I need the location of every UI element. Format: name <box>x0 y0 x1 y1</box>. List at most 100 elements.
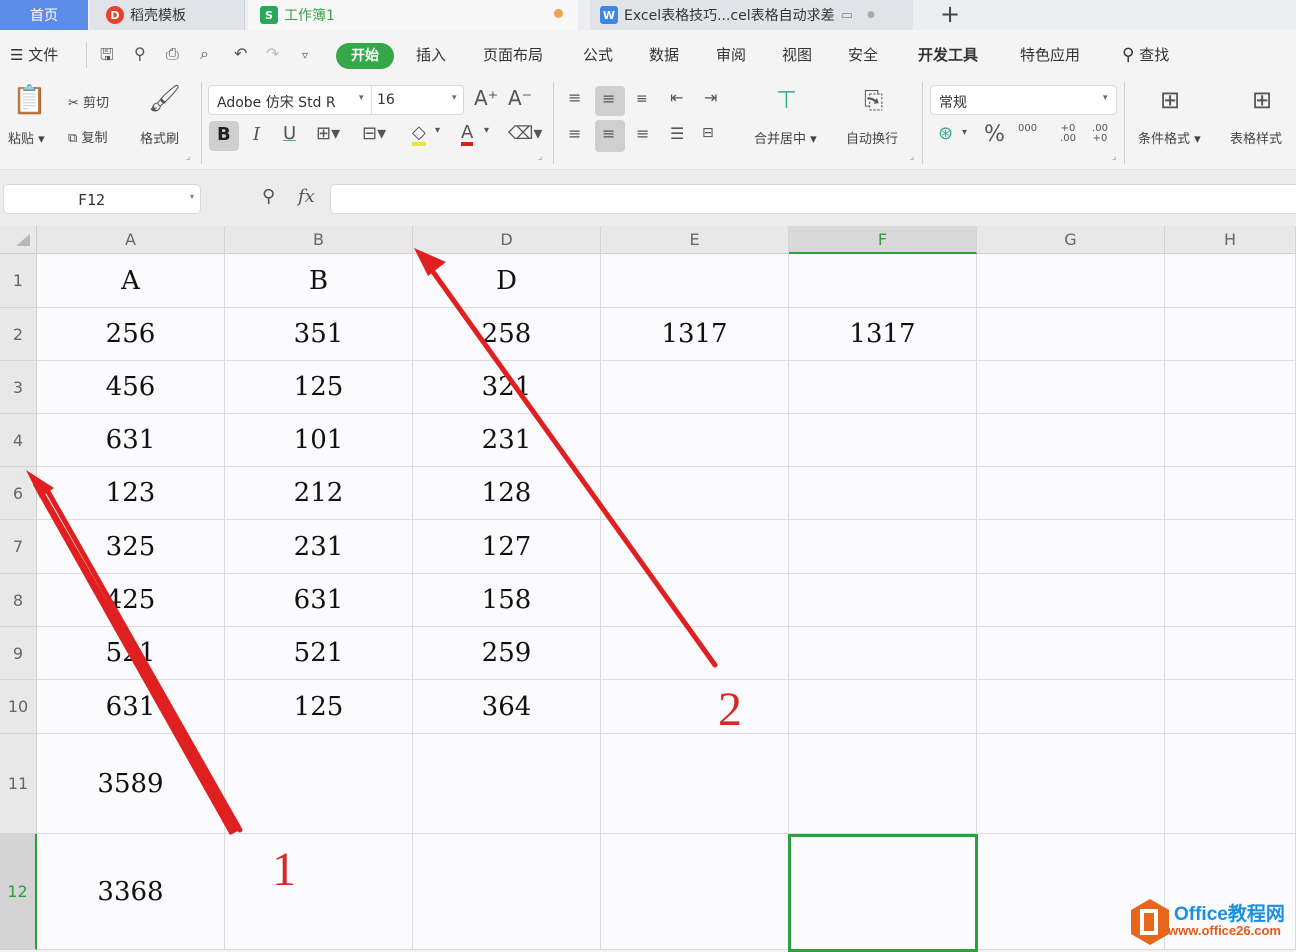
cell-B2[interactable]: 351 <box>225 308 413 361</box>
cell-H2[interactable] <box>1165 308 1296 361</box>
thousands-separator-icon[interactable]: 000 <box>1018 124 1037 134</box>
distributed-icon[interactable]: ⊟ <box>702 126 714 140</box>
cell-D9[interactable]: 259 <box>413 627 601 680</box>
number-launcher-icon[interactable]: ⌟ <box>1112 152 1116 162</box>
save-icon[interactable]: 🖫 <box>100 44 114 71</box>
cell-F6[interactable] <box>789 467 977 520</box>
clear-format-icon[interactable]: ⌫▾ <box>508 125 543 143</box>
cell-F7[interactable] <box>789 520 977 574</box>
cell-G2[interactable] <box>977 308 1165 361</box>
cell-H6[interactable] <box>1165 467 1296 520</box>
wrap-text-icon[interactable]: ⎘ <box>864 88 883 112</box>
percent-icon[interactable]: % <box>984 124 1005 146</box>
cell-B10[interactable]: 125 <box>225 680 413 734</box>
font-color-dropdown-icon[interactable]: ▾ <box>484 126 489 136</box>
cell-D8[interactable]: 158 <box>413 574 601 627</box>
cell-H3[interactable] <box>1165 361 1296 414</box>
row-header-9[interactable]: 9 <box>0 627 37 680</box>
cell-D3[interactable]: 321 <box>413 361 601 414</box>
currency-dropdown-icon[interactable]: ▾ <box>962 128 967 138</box>
cell-E2[interactable]: 1317 <box>601 308 789 361</box>
cell-G10[interactable] <box>977 680 1165 734</box>
name-box[interactable]: F12 ▾ <box>3 184 201 214</box>
decrease-font-size-icon[interactable]: A⁻ <box>508 88 532 108</box>
zoom-lookup-icon[interactable]: ⚲ <box>262 186 275 207</box>
font-size-dropdown-icon[interactable]: ▾ <box>452 93 457 103</box>
formula-input[interactable] <box>330 184 1296 214</box>
cell-H7[interactable] <box>1165 520 1296 574</box>
cell-E12[interactable] <box>601 834 789 950</box>
column-header-G[interactable]: G <box>977 226 1165 254</box>
font-name-dropdown-icon[interactable]: ▾ <box>359 93 364 103</box>
wrap-text-button[interactable]: 自动换行 <box>846 128 898 147</box>
tab-workbook[interactable]: S 工作簿1 <box>248 0 578 30</box>
conditional-format-icon[interactable]: ⊞ <box>1160 88 1180 112</box>
cell-D1[interactable]: D <box>413 254 601 308</box>
row-header-6[interactable]: 6 <box>0 467 37 520</box>
menu-item-developer[interactable]: 开发工具 <box>918 44 978 65</box>
fill-style-icon[interactable]: ⊟▾ <box>362 125 386 143</box>
cell-A4[interactable]: 631 <box>37 414 225 467</box>
cell-F8[interactable] <box>789 574 977 627</box>
cell-A6[interactable]: 123 <box>37 467 225 520</box>
menu-item-special[interactable]: 特色应用 <box>1020 44 1080 65</box>
row-header-3[interactable]: 3 <box>0 361 37 414</box>
borders-icon[interactable]: ⊞▾ <box>316 125 340 143</box>
cell-A10[interactable]: 631 <box>37 680 225 734</box>
align-right-icon[interactable]: ≡ <box>636 126 649 142</box>
new-tab-button[interactable]: + <box>938 0 962 30</box>
cell-A9[interactable]: 521 <box>37 627 225 680</box>
number-format-dropdown-icon[interactable]: ▾ <box>1103 93 1108 103</box>
cell-H9[interactable] <box>1165 627 1296 680</box>
format-painter-button[interactable]: 格式刷 <box>140 128 179 147</box>
print-preview-icon[interactable]: ⌕ <box>200 44 209 64</box>
cell-B9[interactable]: 521 <box>225 627 413 680</box>
increase-font-size-icon[interactable]: A⁺ <box>474 88 498 108</box>
tab-template[interactable]: D 稻壳模板 <box>90 0 245 30</box>
menu-item-home[interactable]: 开始 <box>336 43 394 69</box>
underline-icon[interactable]: U <box>283 125 296 143</box>
customize-dropdown-icon[interactable]: ▿ <box>302 48 308 62</box>
cell-E1[interactable] <box>601 254 789 308</box>
cell-F9[interactable] <box>789 627 977 680</box>
cell-D12[interactable] <box>413 834 601 950</box>
cell-A7[interactable]: 325 <box>37 520 225 574</box>
column-header-D[interactable]: D <box>413 226 601 254</box>
column-header-B[interactable]: B <box>225 226 413 254</box>
row-header-4[interactable]: 4 <box>0 414 37 467</box>
cell-H10[interactable] <box>1165 680 1296 734</box>
column-header-E[interactable]: E <box>601 226 789 254</box>
column-header-F[interactable]: F <box>789 226 977 254</box>
cell-G11[interactable] <box>977 734 1165 834</box>
cell-F2[interactable]: 1317 <box>789 308 977 361</box>
select-all-button[interactable] <box>0 226 37 254</box>
redo-icon[interactable]: ↷ <box>266 44 279 63</box>
cell-E8[interactable] <box>601 574 789 627</box>
row-header-10[interactable]: 10 <box>0 680 37 734</box>
cell-F11[interactable] <box>789 734 977 834</box>
font-selector[interactable]: Adobe 仿宋 Std R ▾ 16 ▾ <box>208 85 464 115</box>
merge-center-button[interactable]: 合并居中 ▾ <box>754 128 817 147</box>
cell-A3[interactable]: 456 <box>37 361 225 414</box>
menu-item-security[interactable]: 安全 <box>848 44 878 65</box>
cell-H1[interactable] <box>1165 254 1296 308</box>
cell-A1[interactable]: A <box>37 254 225 308</box>
cell-A11[interactable]: 3589 <box>37 734 225 834</box>
tab-close-dot-icon[interactable]: ● <box>867 10 875 20</box>
paste-icon[interactable]: 📋 <box>12 86 47 114</box>
cell-F1[interactable] <box>789 254 977 308</box>
italic-icon[interactable]: I <box>253 126 260 144</box>
cell-B12[interactable] <box>225 834 413 950</box>
cell-H11[interactable] <box>1165 734 1296 834</box>
cell-G6[interactable] <box>977 467 1165 520</box>
undo-icon[interactable]: ↶ <box>234 44 247 63</box>
tab-home[interactable]: 首页 <box>0 0 88 30</box>
cell-G3[interactable] <box>977 361 1165 414</box>
cell-A12[interactable]: 3368 <box>37 834 225 950</box>
table-style-button[interactable]: 表格样式 <box>1230 128 1282 147</box>
cell-G9[interactable] <box>977 627 1165 680</box>
search-button[interactable]: ⚲ 查找 <box>1122 44 1169 65</box>
cell-E7[interactable] <box>601 520 789 574</box>
cell-A8[interactable]: 425 <box>37 574 225 627</box>
cell-E6[interactable] <box>601 467 789 520</box>
